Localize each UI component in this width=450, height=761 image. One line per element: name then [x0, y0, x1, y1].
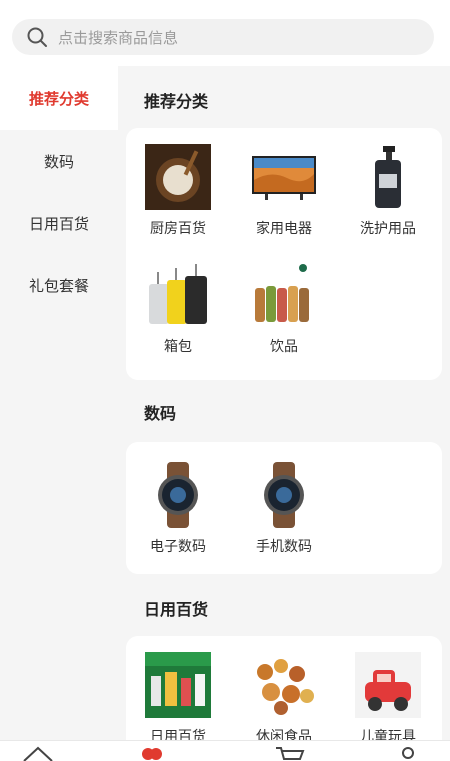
snacks-image — [251, 652, 317, 718]
sidebar-item-label: 礼包套餐 — [28, 276, 89, 295]
category-item-luggage[interactable]: 箱包 — [130, 262, 226, 356]
category-item-drinks[interactable]: 饮品 — [236, 262, 332, 356]
category-item-kitchen[interactable]: 厨房百货 — [130, 144, 226, 238]
sidebar-item-label: 数码 — [43, 152, 74, 171]
category-item-electronics[interactable]: 电子数码 — [130, 462, 226, 556]
sidebar-item-gift-packages[interactable]: 礼包套餐 — [0, 254, 118, 316]
sidebar-item-daily-goods[interactable]: 日用百货 — [0, 192, 118, 254]
toy-car-image — [355, 652, 421, 718]
category-card-digital: 电子数码 手机数码 — [126, 442, 442, 574]
category-item-appliances[interactable]: 家用电器 — [236, 144, 332, 238]
category-content: 推荐分类 厨房百货 家用电器 洗护用品 箱包 饮品 数码 电子数码 手机数码 日… — [118, 66, 450, 740]
category-sidebar: 推荐分类 数码 日用百货 礼包套餐 — [0, 66, 118, 760]
category-card-daily-goods: 日用百货 休闲食品 儿童玩具 — [126, 636, 442, 740]
search-placeholder: 点击搜索商品信息 — [58, 28, 179, 47]
smartwatch-image — [264, 462, 304, 528]
section-title-digital: 数码 — [144, 404, 177, 423]
category-item-label: 箱包 — [164, 339, 192, 355]
category-item-daily-goods[interactable]: 日用百货 — [130, 652, 226, 740]
section-title-recommended: 推荐分类 — [144, 92, 209, 111]
category-item-label: 洗护用品 — [360, 221, 416, 237]
category-item-label: 电子数码 — [150, 539, 206, 555]
category-item-label: 手机数码 — [256, 539, 312, 555]
rice-bowl-image — [145, 144, 211, 210]
category-item-label: 家用电器 — [256, 221, 312, 237]
category-item-toys[interactable]: 儿童玩具 — [340, 652, 436, 740]
category-item-label: 儿童玩具 — [360, 729, 416, 740]
sidebar-item-digital[interactable]: 数码 — [0, 130, 118, 192]
bottom-tab-bar — [0, 740, 450, 761]
category-item-mobile-digital[interactable]: 手机数码 — [236, 462, 332, 556]
cart-icon[interactable] — [270, 745, 310, 761]
category-icon[interactable] — [132, 745, 172, 761]
sidebar-item-label: 日用百货 — [28, 214, 89, 233]
search-bar[interactable]: 点击搜索商品信息 — [12, 19, 434, 55]
category-item-snacks[interactable]: 休闲食品 — [236, 652, 332, 740]
section-title-daily-goods: 日用百货 — [144, 600, 209, 619]
tv-image — [252, 156, 316, 200]
home-icon[interactable] — [18, 745, 58, 761]
category-item-label: 日用百货 — [150, 729, 206, 740]
sidebar-item-recommended[interactable]: 推荐分类 — [0, 66, 118, 130]
search-icon — [27, 27, 47, 47]
top-bar: 点击搜索商品信息 — [0, 0, 450, 66]
category-item-label: 休闲食品 — [256, 729, 312, 740]
sidebar-item-label: 推荐分类 — [28, 89, 89, 108]
smartwatch-image — [158, 462, 198, 528]
category-item-toiletries[interactable]: 洗护用品 — [340, 144, 436, 238]
daily-goods-image — [145, 652, 211, 718]
drinks-image — [251, 262, 317, 328]
profile-icon[interactable] — [388, 745, 428, 761]
category-item-label: 饮品 — [270, 339, 298, 355]
shampoo-bottle-image — [355, 144, 421, 210]
category-card-recommended: 厨房百货 家用电器 洗护用品 箱包 饮品 — [126, 128, 442, 380]
category-item-label: 厨房百货 — [150, 221, 206, 237]
luggage-image — [145, 262, 211, 328]
